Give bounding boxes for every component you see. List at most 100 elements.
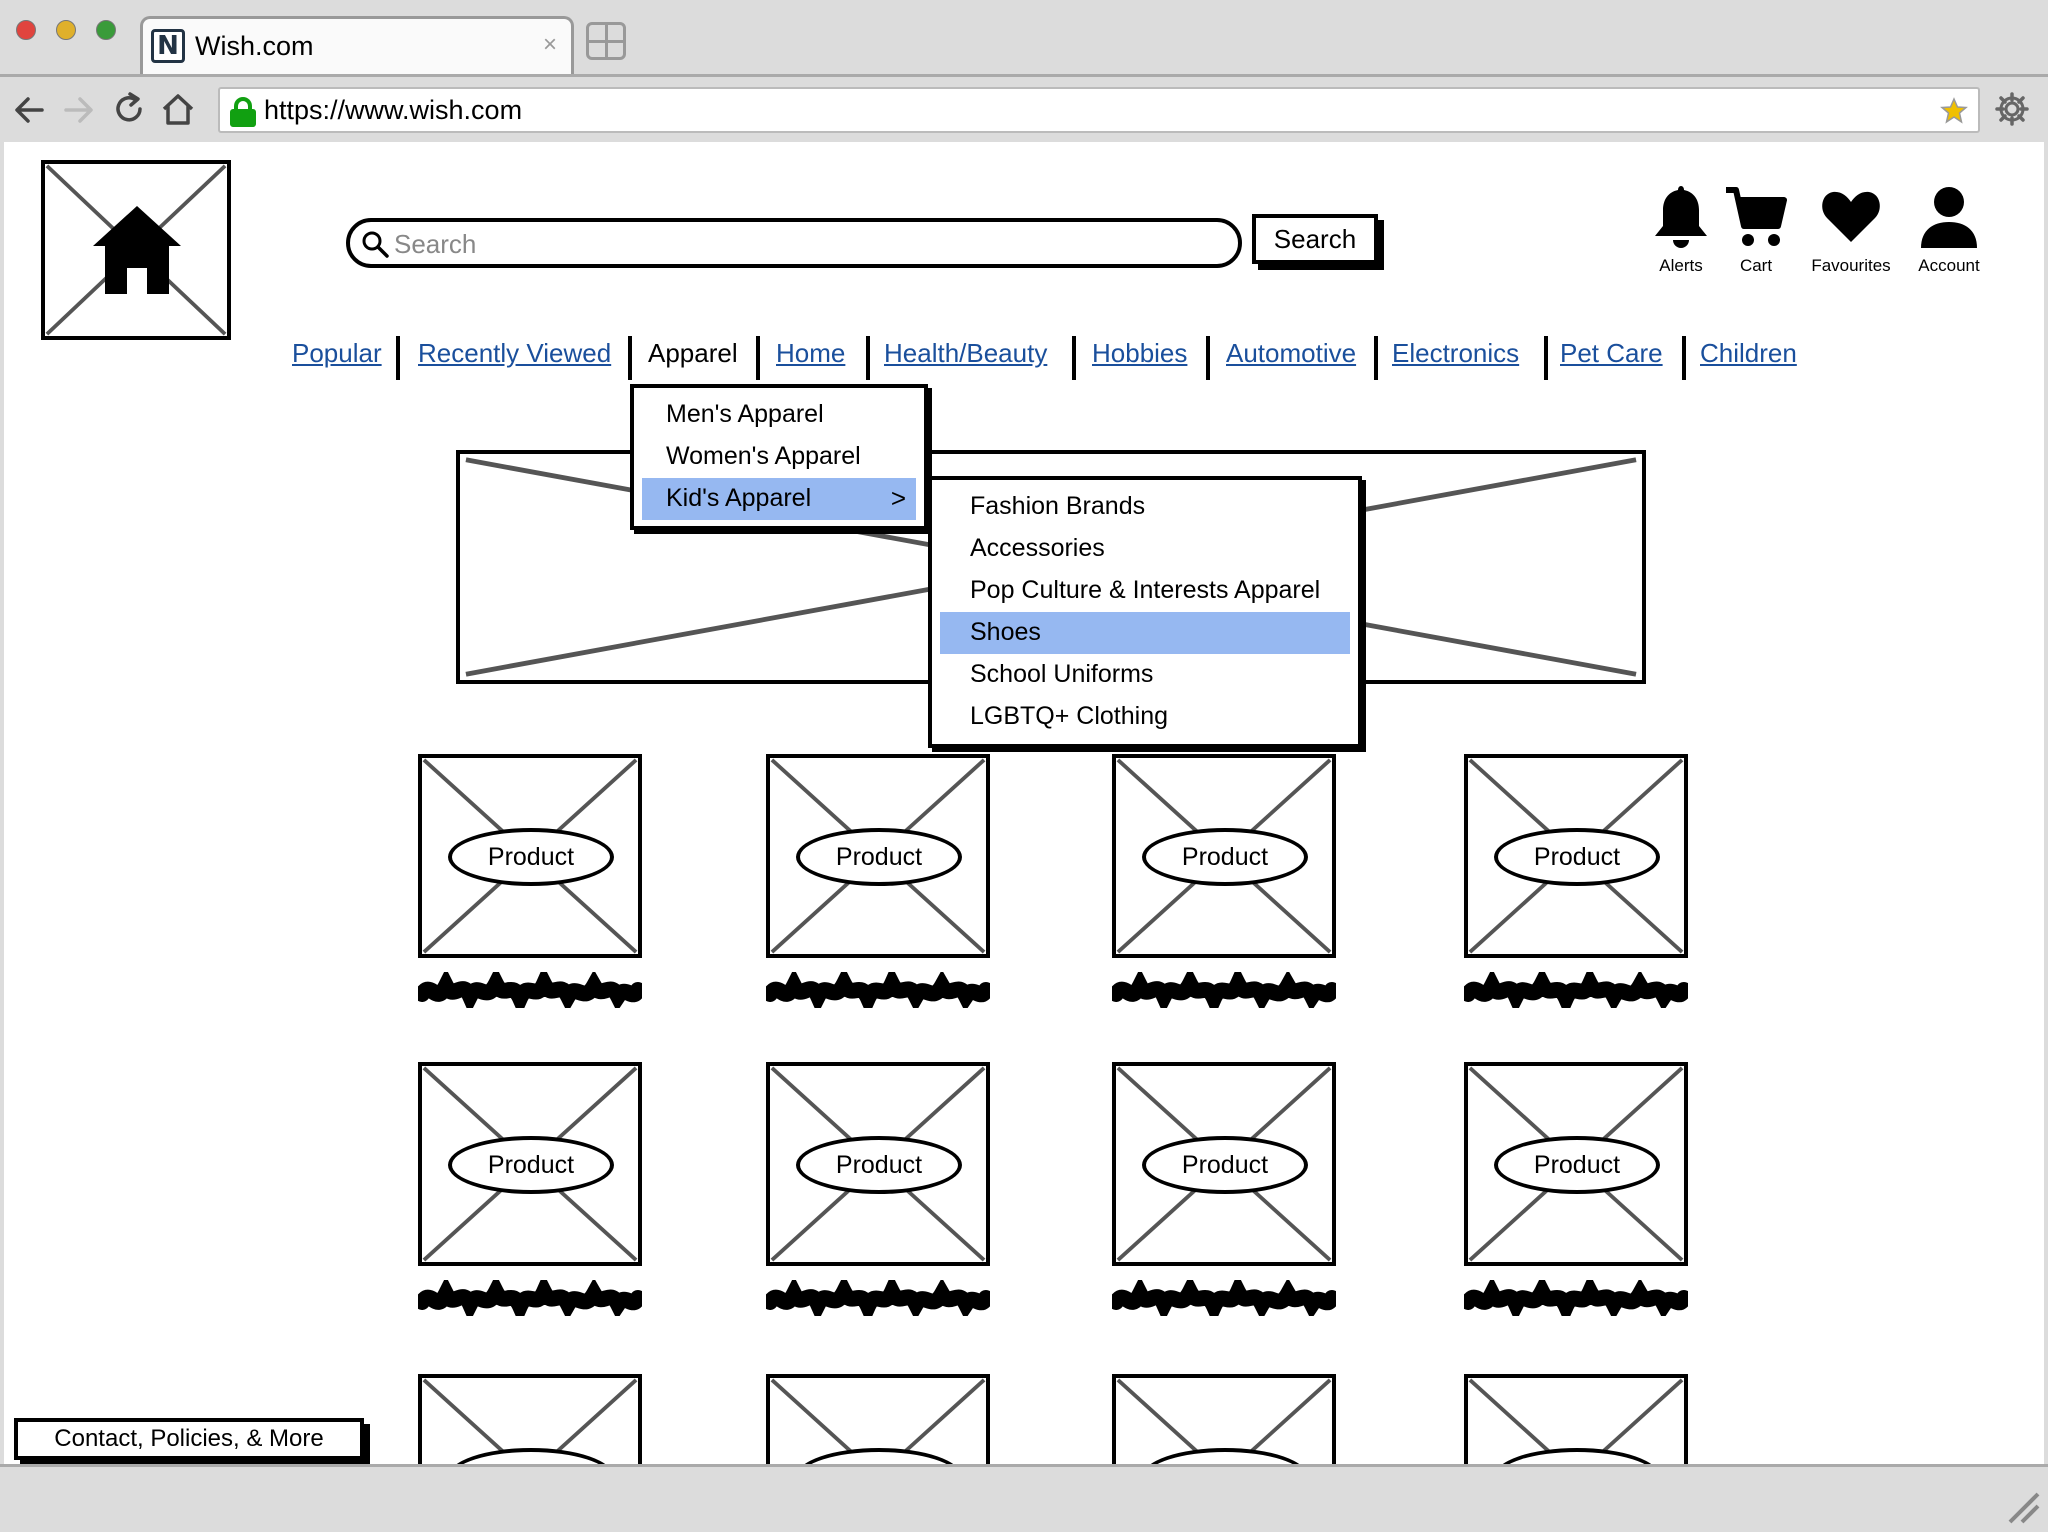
product-label: Product (796, 1136, 962, 1194)
new-tab-icon[interactable] (586, 22, 626, 60)
product-title-scribble (418, 972, 642, 1008)
contact-policies-button[interactable]: Contact, Policies, & More (14, 1418, 364, 1460)
product-label: Product (796, 828, 962, 886)
category-automotive[interactable]: Automotive (1226, 338, 1356, 369)
browser-titlebar: N Wish.com × (0, 0, 2048, 76)
apparel-dropdown-menu: Men's Apparel Women's Apparel Kid's Appa… (630, 384, 928, 530)
nav-divider (1682, 336, 1686, 380)
category-popular[interactable]: Popular (292, 338, 382, 369)
category-health-beauty[interactable]: Health/Beauty (884, 338, 1047, 369)
product-image-placeholder: Product (1464, 1062, 1688, 1266)
product-image-placeholder: Product (1112, 1062, 1336, 1266)
category-electronics[interactable]: Electronics (1392, 338, 1519, 369)
product-title-scribble (766, 972, 990, 1008)
menu-item-kids-apparel[interactable]: Kid's Apparel > (642, 478, 916, 520)
product-image-placeholder: Product (1112, 1374, 1336, 1464)
product-image-placeholder: Product (1464, 1374, 1688, 1464)
nav-divider (1072, 336, 1076, 380)
product-image-placeholder: Product (766, 754, 990, 958)
chevron-right-icon: > (890, 483, 906, 513)
back-arrow-icon[interactable] (12, 95, 46, 125)
nav-divider (396, 336, 400, 380)
product-image-placeholder: Product (418, 1374, 642, 1464)
url-text[interactable]: https://www.wish.com (264, 95, 522, 126)
favourites-button[interactable]: Favourites (1796, 182, 1906, 276)
product-title-scribble (1112, 1280, 1336, 1316)
menu-item-label: Kid's Apparel (666, 484, 812, 512)
forward-arrow-icon[interactable] (62, 95, 96, 125)
nav-divider (1374, 336, 1378, 380)
product-label: Product (1494, 828, 1660, 886)
category-hobbies[interactable]: Hobbies (1092, 338, 1187, 369)
nav-divider (756, 336, 760, 380)
menu-item-womens-apparel[interactable]: Women's Apparel (634, 436, 924, 478)
search-input[interactable] (394, 226, 1214, 262)
tab-close-icon[interactable]: × (543, 31, 557, 59)
product-label: Product (1494, 1136, 1660, 1194)
browser-statusbar (0, 1464, 2048, 1532)
nav-divider (1206, 336, 1210, 380)
browser-tab[interactable]: N Wish.com × (140, 16, 574, 76)
browser-toolbar: https://www.wish.com (0, 74, 2048, 142)
product-label: Product (1142, 828, 1308, 886)
address-bar[interactable]: https://www.wish.com (218, 87, 1980, 133)
favicon-icon: N (151, 29, 185, 63)
submenu-item-pop-culture[interactable]: Pop Culture & Interests Apparel (932, 570, 1358, 612)
product-image-placeholder: Product (418, 754, 642, 958)
category-recently-viewed[interactable]: Recently Viewed (418, 338, 611, 369)
submenu-item-school-uniforms[interactable]: School Uniforms (932, 654, 1358, 696)
bell-icon (1655, 186, 1707, 248)
category-children[interactable]: Children (1700, 338, 1797, 369)
category-home[interactable]: Home (776, 338, 845, 369)
account-button[interactable]: Account (1894, 182, 2004, 276)
category-pet-care[interactable]: Pet Care (1560, 338, 1663, 369)
minimize-window-button[interactable] (56, 20, 76, 40)
product-title-scribble (418, 1280, 642, 1316)
product-image-placeholder: Product (766, 1062, 990, 1266)
cart-label: Cart (1739, 256, 1773, 275)
bookmark-star-icon[interactable] (1940, 97, 1968, 125)
product-label: Product (448, 828, 614, 886)
submenu-item-accessories[interactable]: Accessories (932, 528, 1358, 570)
favourites-label: Favourites (1811, 256, 1891, 275)
search-icon (362, 231, 389, 258)
lock-icon (230, 97, 256, 127)
kids-apparel-submenu: Fashion Brands Accessories Pop Culture &… (928, 476, 1362, 748)
product-title-scribble (1464, 1280, 1688, 1316)
product-image-placeholder: Product (1464, 754, 1688, 958)
product-label: Product (1142, 1136, 1308, 1194)
heart-icon (1822, 191, 1880, 242)
category-apparel[interactable]: Apparel (648, 338, 738, 369)
product-title-scribble (1464, 972, 1688, 1008)
submenu-item-lgbtq-clothing[interactable]: LGBTQ+ Clothing (932, 696, 1358, 738)
account-label: Account (1918, 256, 1980, 275)
product-title-scribble (1112, 972, 1336, 1008)
nav-divider (866, 336, 870, 380)
page-viewport: Search Alerts Cart Favourites Account Po… (4, 142, 2044, 1464)
product-image-placeholder: Product (766, 1374, 990, 1464)
maximize-window-button[interactable] (96, 20, 116, 40)
product-image-placeholder: Product (418, 1062, 642, 1266)
tab-title: Wish.com (195, 31, 314, 61)
resize-grip-icon[interactable] (2006, 1490, 2040, 1524)
submenu-item-shoes[interactable]: Shoes (940, 612, 1350, 654)
category-nav: Popular Recently Viewed Apparel Home Hea… (4, 336, 2044, 384)
site-logo[interactable] (41, 160, 231, 340)
home-icon[interactable] (160, 91, 196, 127)
settings-gear-icon[interactable] (1994, 91, 2030, 127)
close-window-button[interactable] (16, 20, 36, 40)
nav-divider (628, 336, 632, 380)
cart-icon (1726, 187, 1787, 246)
reload-icon[interactable] (112, 91, 146, 127)
submenu-item-fashion-brands[interactable]: Fashion Brands (932, 486, 1358, 528)
search-bar (346, 218, 1242, 268)
product-label: Product (448, 1136, 614, 1194)
nav-divider (1544, 336, 1548, 380)
menu-item-mens-apparel[interactable]: Men's Apparel (634, 394, 924, 436)
home-logo-icon (93, 206, 181, 294)
product-title-scribble (766, 1280, 990, 1316)
search-button[interactable]: Search (1252, 214, 1378, 264)
user-icon (1921, 187, 1977, 248)
product-image-placeholder: Product (1112, 754, 1336, 958)
cart-button[interactable]: Cart (1706, 182, 1806, 276)
